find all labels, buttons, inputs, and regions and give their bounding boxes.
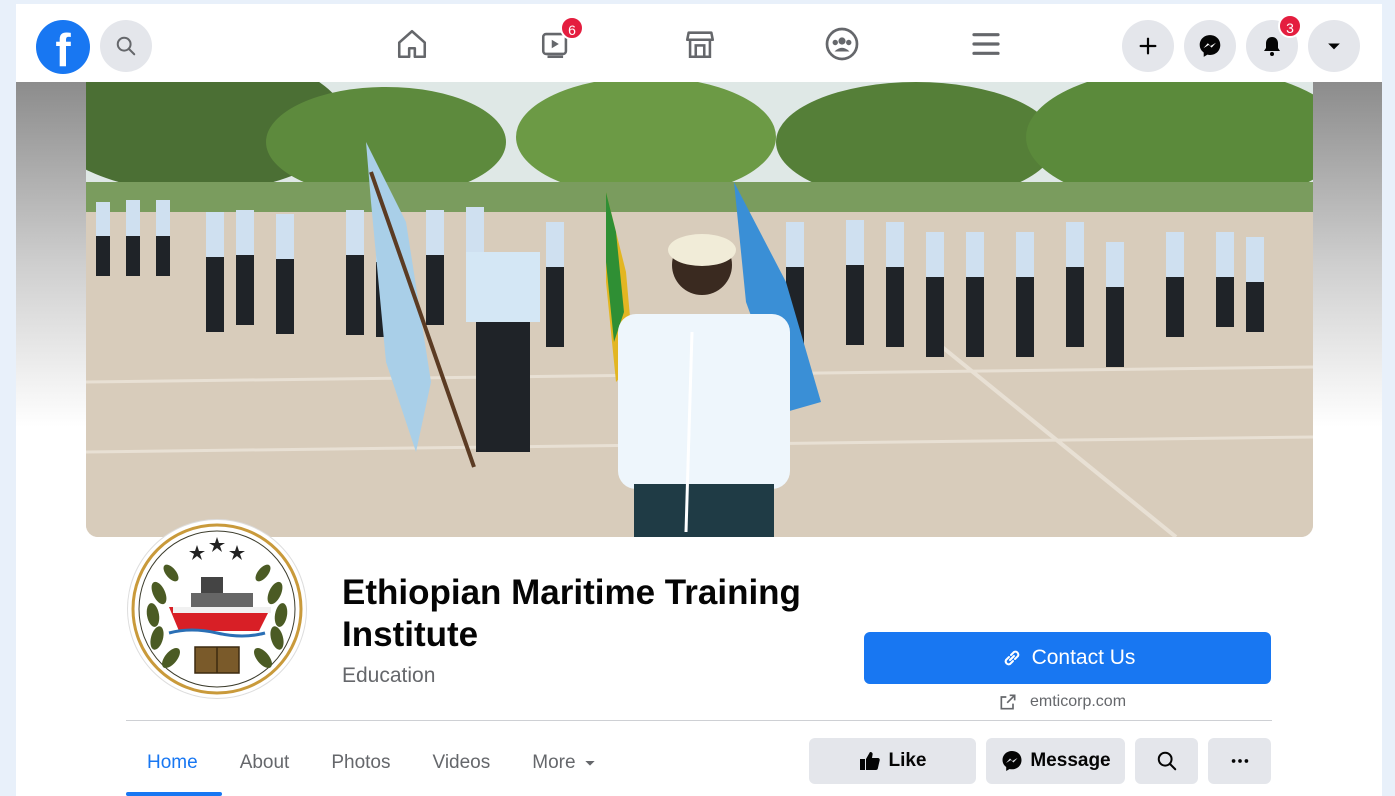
active-tab-indicator (126, 792, 222, 796)
notifications-icon (1264, 37, 1280, 56)
tab-home[interactable]: Home (126, 738, 219, 788)
tab-videos[interactable]: Videos (412, 738, 512, 788)
website-url: emticorp.com (1030, 693, 1127, 710)
nav-marketplace[interactable] (678, 22, 722, 66)
facebook-page-window: f 6 3 Ethiopian Maritime Training Instit… (16, 4, 1382, 796)
tab-more[interactable]: More (511, 738, 618, 788)
notifications-badge: 3 (1278, 14, 1302, 38)
cover-photo-illustration (86, 82, 1313, 537)
marketplace-icon (685, 31, 715, 59)
caret-down-icon (584, 761, 595, 766)
thumbs-up-icon (860, 752, 881, 770)
menu-icon (972, 33, 1000, 55)
page-title: Ethiopian Maritime Training Institute (342, 573, 801, 654)
website-link[interactable]: emticorp.com (998, 692, 1126, 712)
tab-photos[interactable]: Photos (310, 738, 411, 788)
cover-photo[interactable] (86, 82, 1313, 537)
messenger-button[interactable] (1184, 20, 1236, 72)
message-label: Message (1030, 750, 1111, 771)
like-button[interactable]: Like (809, 738, 976, 784)
page-category[interactable]: Education (342, 664, 435, 688)
profile-picture[interactable] (128, 520, 306, 698)
watch-badge: 6 (560, 16, 584, 40)
tab-about[interactable]: About (219, 738, 311, 788)
institute-logo (131, 523, 303, 695)
tab-photos-label: Photos (331, 752, 391, 773)
tab-home-label: Home (147, 752, 198, 773)
like-label: Like (888, 750, 927, 771)
external-link-icon (1000, 694, 1016, 710)
search-icon (1157, 751, 1176, 771)
home-icon (397, 29, 427, 59)
more-options-button[interactable] (1208, 738, 1271, 784)
notifications-button[interactable]: 3 (1246, 14, 1302, 72)
groups-icon (825, 27, 859, 61)
search-icon (116, 36, 136, 56)
facebook-logo[interactable]: f (36, 20, 90, 74)
create-button[interactable] (1122, 20, 1174, 72)
contact-us-button[interactable]: Contact Us (864, 632, 1271, 684)
profile-divider (126, 720, 1272, 721)
tab-more-label: More (532, 752, 576, 773)
more-dots-icon (1231, 759, 1248, 763)
cover-area (16, 82, 1382, 542)
nav-home[interactable] (390, 22, 434, 66)
tab-about-label: About (239, 752, 290, 773)
tab-videos-label: Videos (432, 752, 491, 773)
contact-us-label: Contact Us (1031, 646, 1136, 669)
account-dropdown-icon (1328, 43, 1340, 50)
search-button[interactable] (100, 20, 152, 72)
messenger-icon (1002, 751, 1022, 771)
facebook-logo-letter: f (55, 24, 71, 74)
link-icon (1004, 650, 1019, 666)
nav-groups[interactable] (820, 22, 864, 66)
account-button[interactable] (1308, 20, 1360, 72)
messenger-icon (1199, 35, 1221, 57)
page-tabs: Home About Photos Videos More (126, 738, 619, 788)
create-icon (1139, 37, 1157, 55)
message-button[interactable]: Message (986, 738, 1125, 784)
page-search-button[interactable] (1135, 738, 1198, 784)
nav-watch[interactable]: 6 (534, 16, 584, 66)
nav-menu[interactable] (964, 22, 1008, 66)
top-navigation-bar: f 6 3 (16, 4, 1382, 82)
